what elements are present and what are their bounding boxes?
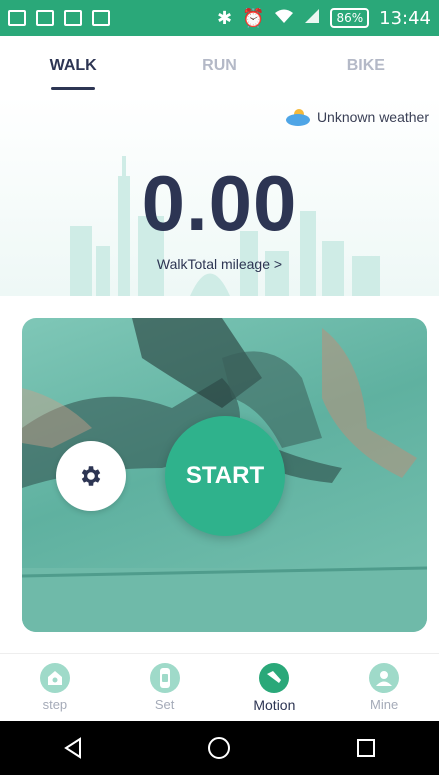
bottom-navigation: step Set Motion Mine <box>0 653 439 721</box>
wifi-icon <box>274 8 294 29</box>
back-triangle-icon <box>64 737 82 759</box>
total-mileage-value: 0.00 <box>141 159 298 247</box>
shoe-icon <box>259 662 290 693</box>
nav-item-motion[interactable]: Motion <box>220 654 330 721</box>
signal-icon <box>304 8 320 29</box>
app-notification-icon <box>92 10 110 26</box>
nav-item-step[interactable]: step <box>0 654 110 721</box>
tab-run-label: RUN <box>202 57 237 74</box>
cloud-sun-icon <box>285 109 310 126</box>
alarm-icon: ⏰ <box>242 7 265 29</box>
back-button[interactable] <box>53 728 93 768</box>
email-notification-icon <box>64 10 82 26</box>
nav-item-mine[interactable]: Mine <box>329 654 439 721</box>
status-indicators: ✱ ⏰ 86% 13:44 <box>217 8 431 29</box>
image-notification-icon <box>8 10 26 26</box>
nav-label-step: step <box>42 697 68 712</box>
person-icon <box>369 663 400 693</box>
home-icon <box>39 663 70 693</box>
recents-button[interactable] <box>346 728 386 768</box>
mileage-hero: Unknown weather 0.00 WalkTotal mileage > <box>0 96 439 296</box>
recents-square-icon <box>356 739 375 757</box>
start-workout-button[interactable]: START <box>165 416 285 536</box>
nav-label-motion: Motion <box>253 696 296 713</box>
mail-notification-icon <box>36 10 54 26</box>
tab-walk-label: WALK <box>49 57 97 74</box>
weather-text: Unknown weather <box>316 109 429 125</box>
nav-item-set[interactable]: Set <box>110 654 220 721</box>
activity-tabs: WALK RUN BIKE <box>0 36 439 96</box>
watch-icon <box>149 663 180 693</box>
system-navigation-bar <box>0 721 439 775</box>
tab-run[interactable]: RUN <box>146 36 292 96</box>
workout-start-card: START <box>22 318 427 632</box>
status-time: 13:44 <box>379 7 431 29</box>
weather-indicator[interactable]: Unknown weather <box>285 108 429 126</box>
home-circle-icon <box>208 737 231 759</box>
nav-label-set: Set <box>154 697 175 712</box>
status-bar: ✱ ⏰ 86% 13:44 <box>0 0 439 36</box>
tab-bike-label: BIKE <box>346 57 385 74</box>
home-button[interactable] <box>199 728 239 768</box>
gear-icon <box>81 466 101 486</box>
total-mileage-link[interactable]: WalkTotal mileage > <box>0 256 439 272</box>
notification-icons <box>8 10 110 26</box>
battery-indicator: 86% <box>330 8 370 28</box>
bluetooth-icon: ✱ <box>216 7 233 29</box>
tab-bike[interactable]: BIKE <box>293 36 439 96</box>
nav-label-mine: Mine <box>370 697 399 712</box>
workout-settings-button[interactable] <box>56 441 126 511</box>
tab-walk[interactable]: WALK <box>0 36 146 96</box>
